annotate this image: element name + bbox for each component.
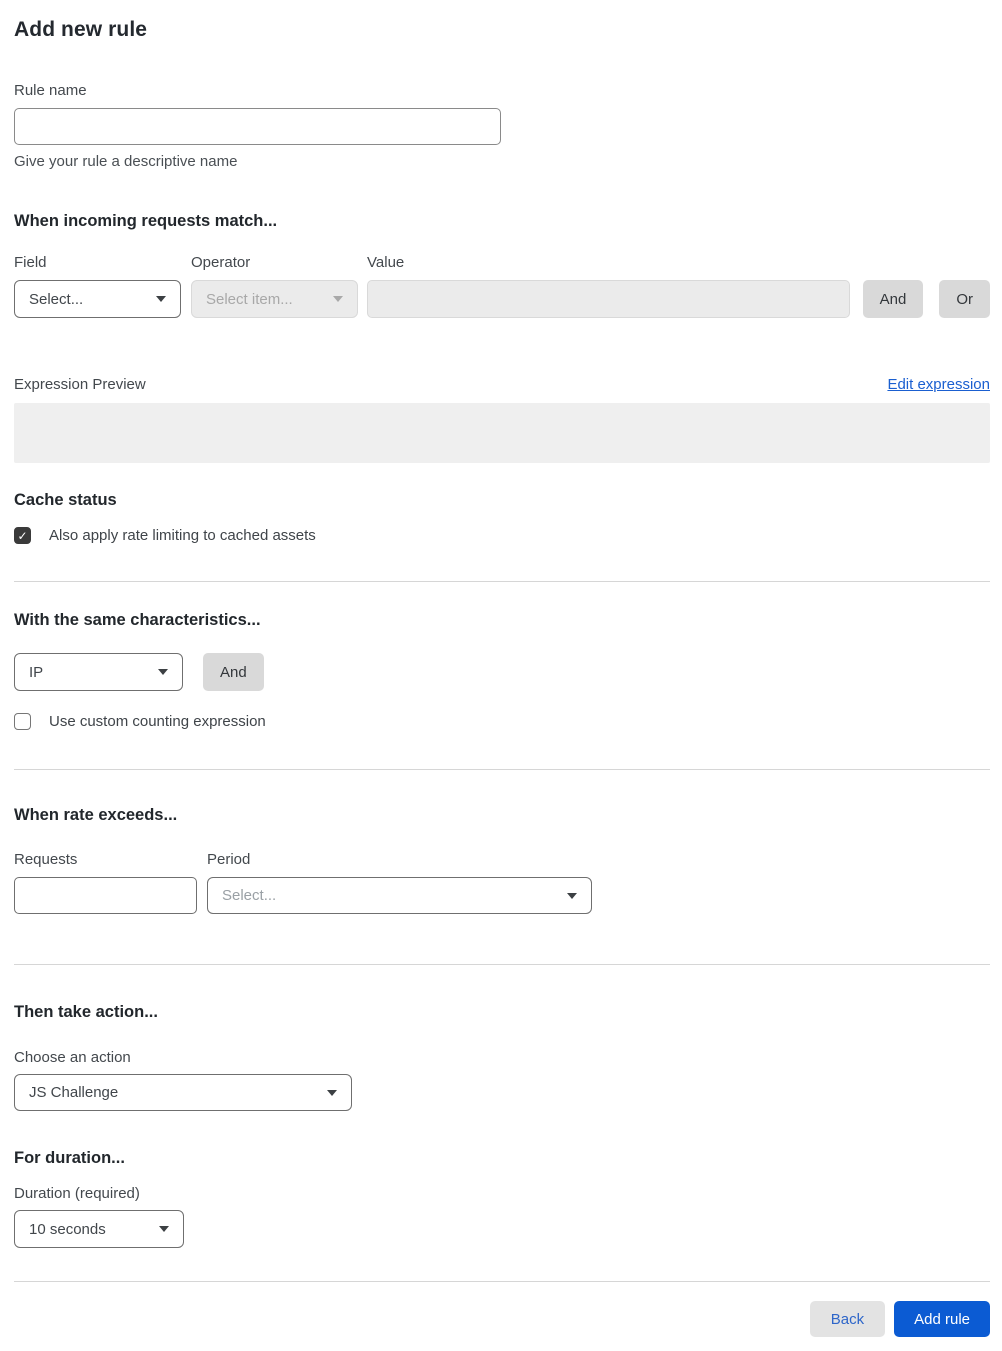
duration-select[interactable]: 10 seconds	[14, 1210, 184, 1248]
requests-input[interactable]	[14, 877, 197, 914]
expression-preview-label: Expression Preview	[14, 376, 146, 393]
add-rule-form: Add new rule Rule name Give your rule a …	[0, 0, 1002, 1351]
period-column: Period Select...	[207, 851, 592, 914]
match-condition-row: Field Select... Operator Select item... …	[14, 254, 990, 318]
section-divider	[14, 769, 990, 770]
custom-counting-checkbox[interactable]	[14, 713, 31, 730]
chevron-down-icon	[158, 669, 168, 675]
characteristic-select-value: IP	[29, 663, 44, 681]
chevron-down-icon	[333, 296, 343, 302]
operator-select-value: Select item...	[206, 290, 293, 308]
field-select-value: Select...	[29, 290, 84, 308]
action-label: Choose an action	[14, 1049, 131, 1066]
duration-select-value: 10 seconds	[29, 1220, 106, 1238]
section-heading-match: When incoming requests match...	[14, 212, 278, 230]
section-heading-duration: For duration...	[14, 1149, 125, 1167]
operator-label: Operator	[191, 254, 251, 271]
duration-label: Duration (required)	[14, 1185, 140, 1202]
field-column: Field Select...	[14, 254, 181, 318]
rule-name-label: Rule name	[14, 82, 87, 99]
action-select[interactable]: JS Challenge	[14, 1074, 352, 1111]
edit-expression-link[interactable]: Edit expression	[887, 376, 990, 393]
section-heading-cache: Cache status	[14, 491, 117, 509]
rule-name-helper: Give your rule a descriptive name	[14, 153, 238, 170]
expression-preview-box	[14, 403, 990, 463]
cache-checkbox-label: Also apply rate limiting to cached asset…	[49, 527, 316, 544]
and-condition-button[interactable]: And	[862, 280, 924, 318]
counting-expression-row: Use custom counting expression	[14, 713, 990, 730]
section-divider	[14, 1281, 990, 1282]
operator-column: Operator Select item...	[191, 254, 358, 318]
form-footer: Back Add rule	[14, 1301, 990, 1351]
characteristic-select[interactable]: IP	[14, 653, 183, 691]
period-select-value: Select...	[222, 887, 277, 904]
action-select-value: JS Challenge	[29, 1084, 119, 1101]
chevron-down-icon	[159, 1226, 169, 1232]
or-condition-button[interactable]: Or	[939, 280, 990, 318]
rule-name-input[interactable]	[14, 108, 501, 145]
chevron-down-icon	[156, 296, 166, 302]
check-icon: ✓	[17, 528, 28, 543]
page-title: Add new rule	[14, 18, 148, 41]
field-select[interactable]: Select...	[14, 280, 181, 318]
value-column: Value	[367, 254, 850, 318]
requests-column: Requests	[14, 851, 197, 914]
section-divider	[14, 581, 990, 582]
chevron-down-icon	[567, 892, 577, 899]
counting-checkbox-label: Use custom counting expression	[49, 713, 266, 730]
chevron-down-icon	[327, 1089, 337, 1096]
back-button[interactable]: Back	[809, 1301, 886, 1337]
value-input	[367, 280, 850, 318]
add-rule-button[interactable]: Add rule	[894, 1301, 990, 1337]
period-label: Period	[207, 851, 251, 868]
section-heading-characteristics: With the same characteristics...	[14, 611, 261, 629]
section-heading-rate: When rate exceeds...	[14, 806, 178, 824]
period-select[interactable]: Select...	[207, 877, 592, 914]
rule-name-block: Rule name Give your rule a descriptive n…	[14, 82, 990, 170]
requests-label: Requests	[14, 851, 78, 868]
operator-select: Select item...	[191, 280, 358, 318]
section-divider	[14, 964, 990, 965]
cache-assets-checkbox[interactable]: ✓	[14, 527, 31, 544]
and-characteristic-button[interactable]: And	[203, 653, 264, 691]
rate-row: Requests Period Select...	[14, 851, 990, 914]
field-label: Field	[14, 254, 47, 271]
cache-checkbox-row: ✓ Also apply rate limiting to cached ass…	[14, 527, 990, 544]
section-heading-action: Then take action...	[14, 1003, 158, 1021]
value-label: Value	[367, 254, 405, 271]
expression-preview-header: Expression Preview Edit expression	[14, 376, 990, 393]
characteristics-row: IP And	[14, 653, 990, 691]
